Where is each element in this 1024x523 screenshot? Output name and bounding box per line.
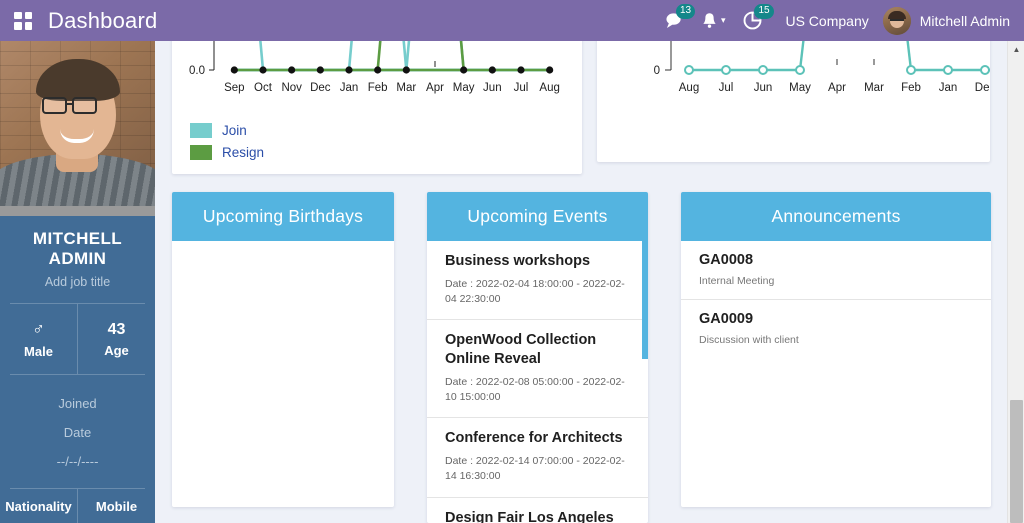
announcement-subject: Internal Meeting (699, 275, 775, 287)
upcoming-birthdays-panel: Upcoming Birthdays (172, 192, 394, 507)
bell-icon (703, 13, 716, 28)
chart-legend: Join Resign (190, 120, 264, 164)
svg-text:0: 0 (654, 65, 660, 77)
stat-mobile-label: Mobile (77, 489, 155, 523)
activities-button[interactable]: ▾ (693, 0, 735, 41)
stat-age: 43 Age (77, 304, 155, 374)
svg-text:Jun: Jun (754, 82, 773, 94)
list-item[interactable]: Conference for Architects Date : 2022-02-… (427, 418, 648, 498)
dashboard-page: Dashboard 13 ▾ 15 US Company Mitchell Ad… (0, 0, 1024, 523)
birthdays-header: Upcoming Birthdays (172, 192, 394, 241)
joined-label-line1: Joined (58, 396, 97, 411)
announcements-panel: Announcements GA0008 Internal Meeting GA00… (681, 192, 991, 507)
svg-text:Feb: Feb (901, 82, 921, 94)
gender-icon: ♂ (32, 319, 45, 339)
svg-text:Apr: Apr (426, 82, 444, 94)
user-name-label: Mitchell Admin (919, 12, 1010, 29)
birthdays-list (172, 241, 394, 507)
announcement-title: GA0008 (699, 252, 754, 268)
user-menu[interactable]: Mitchell Admin (882, 6, 1014, 35)
employee-job-title[interactable]: Add job title (0, 269, 155, 303)
svg-text:Sep: Sep (224, 82, 244, 94)
event-date: Date : 2022-02-14 07:00:00 - 2022-02-14 … (445, 455, 625, 483)
grid-apps-icon[interactable] (14, 11, 32, 30)
joined-date-block: Joined Date --/--/---- (0, 375, 155, 488)
legend-label-resign: Resign (222, 144, 265, 160)
stat-gender-label: Male (24, 343, 53, 359)
svg-text:May: May (789, 82, 811, 94)
svg-text:Jan: Jan (939, 82, 958, 94)
events-header: Upcoming Events (427, 192, 648, 241)
legend-item-resign[interactable]: Resign (190, 142, 264, 162)
svg-text:Mar: Mar (396, 82, 416, 94)
svg-text:Nov: Nov (281, 82, 302, 94)
list-item[interactable]: GA0009 Discussion with client (681, 300, 991, 358)
top-navbar: Dashboard 13 ▾ 15 US Company Mitchell Ad… (0, 0, 1024, 41)
employee-stats: ♂ Male 43 Age (0, 304, 155, 374)
list-item[interactable]: OpenWood Collection Online Reveal Date : … (427, 320, 648, 419)
svg-text:Jul: Jul (514, 82, 529, 94)
legend-swatch-resign (190, 144, 212, 160)
page-scrollbar[interactable]: ▲ (1007, 41, 1024, 523)
announcements-list: GA0008 Internal Meeting GA0009 Discussion w… (681, 241, 991, 507)
svg-text:Dec: Dec (310, 82, 331, 94)
legend-label-join: Join (222, 122, 247, 138)
scroll-thumb[interactable] (1010, 400, 1023, 523)
svg-text:Feb: Feb (368, 82, 388, 94)
page-title: Dashboard (48, 7, 158, 33)
employee-photo (0, 41, 155, 206)
svg-text:Jul: Jul (719, 82, 734, 94)
svg-text:May: May (453, 82, 475, 94)
svg-text:Dec: Dec (975, 82, 990, 94)
legend-item-join[interactable]: Join (190, 120, 264, 140)
announcement-subject: Discussion with client (699, 334, 799, 346)
announcement-title: GA0009 (699, 311, 754, 327)
svg-text:Apr: Apr (828, 82, 846, 94)
stat-age-label: Age (104, 343, 129, 359)
joined-label-line2: Date (63, 425, 92, 440)
list-item[interactable]: GA0008 Internal Meeting (681, 241, 991, 300)
avatar (882, 6, 911, 35)
event-title: Conference for Architects (445, 430, 623, 447)
svg-text:Jan: Jan (340, 82, 359, 94)
svg-text:Aug: Aug (539, 82, 559, 94)
legend-swatch-join (190, 122, 212, 138)
employee-profile-panel: MITCHELL ADMIN Add job title ♂ Male 43 A… (0, 41, 155, 523)
upcoming-events-panel: Upcoming Events Business workshops Date :… (427, 192, 648, 523)
messages-button[interactable]: 13 (656, 0, 696, 41)
event-title: OpenWood Collection Online Reveal (445, 332, 597, 368)
list-item[interactable]: Business workshops Date : 2022-02-04 18:0… (427, 241, 648, 321)
employee-name: MITCHELL ADMIN (32, 229, 123, 268)
timer-button[interactable]: 15 (734, 0, 774, 41)
topbar-right-tools: 13 ▾ 15 US Company Mitchell Admin (656, 0, 1024, 41)
stat-gender: ♂ Male (0, 304, 77, 374)
events-scrollbar[interactable] (642, 241, 648, 359)
event-date: Date : 2022-02-04 18:00:00 - 2022-02-04 … (445, 277, 625, 306)
event-title: Design Fair Los Angeles (445, 509, 614, 523)
employee-stats-secondary: Nationality Mobile (0, 489, 155, 523)
photo-bottom-bar (0, 206, 155, 216)
stat-age-value: 43 (107, 320, 126, 338)
announcements-header: Announcements (681, 192, 991, 241)
event-title: Business workshops (445, 253, 591, 269)
list-item[interactable]: Design Fair Los AngelesDate : 2022-02-19… (427, 498, 648, 523)
event-date: Date : 2022-02-08 05:00:00 - 2022-02-10 … (445, 375, 625, 404)
timer-badge: 15 (754, 4, 774, 19)
events-list[interactable]: Business workshops Date : 2022-02-04 18:0… (427, 241, 648, 523)
svg-text:Oct: Oct (254, 82, 273, 94)
company-selector[interactable]: US Company (771, 13, 882, 29)
scroll-up-arrow-icon[interactable]: ▲ (1011, 44, 1022, 55)
joined-date-value: --/--/---- (56, 454, 99, 469)
svg-text:Jun: Jun (483, 82, 502, 94)
svg-text:Mar: Mar (864, 82, 884, 94)
stat-nationality-label: Nationality (5, 499, 72, 514)
chevron-down-icon: ▾ (720, 15, 726, 25)
svg-text:0.0: 0.0 (189, 65, 205, 77)
svg-text:Aug: Aug (679, 82, 699, 94)
